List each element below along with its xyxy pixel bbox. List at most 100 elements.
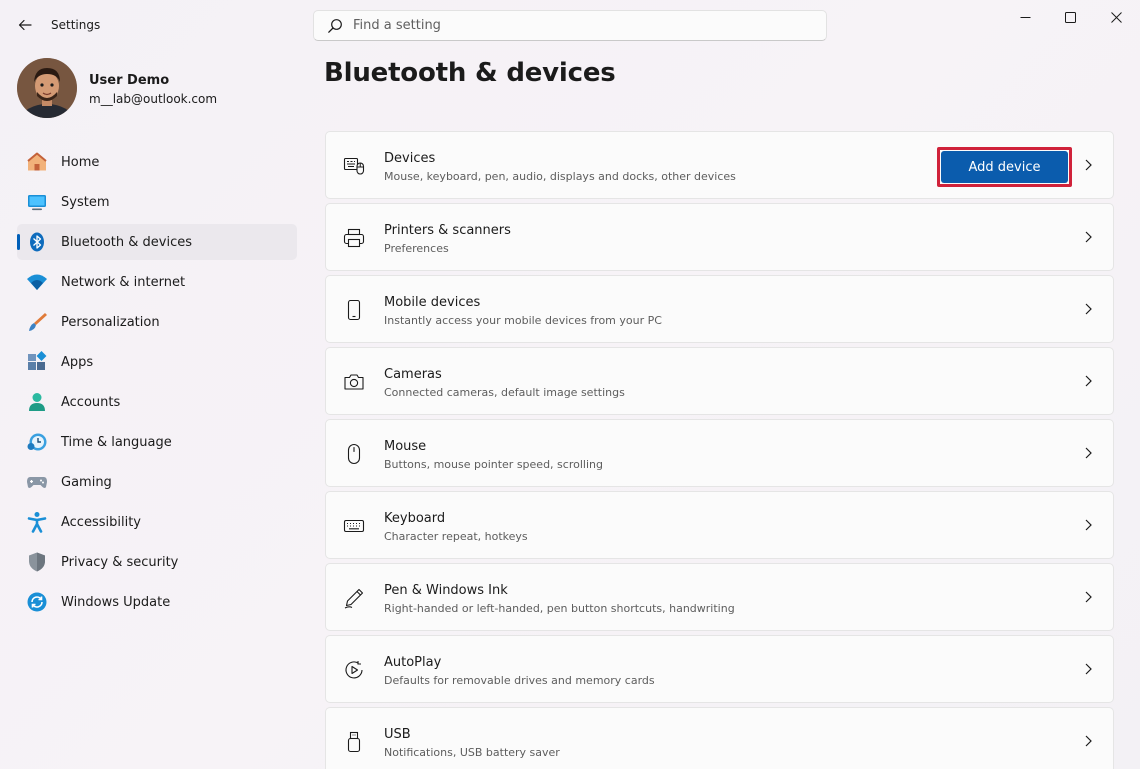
sidebar-item-label: System xyxy=(61,194,110,210)
card-title: Mouse xyxy=(384,439,427,454)
sidebar-item-time-language[interactable]: Time & language xyxy=(17,424,297,460)
sidebar-item-network-internet[interactable]: Network & internet xyxy=(17,264,297,300)
sidebar-item-personalization[interactable]: Personalization xyxy=(17,304,297,340)
chevron-right-icon xyxy=(1081,230,1095,244)
sidebar-item-apps[interactable]: Apps xyxy=(17,344,297,380)
camera-icon xyxy=(342,370,366,394)
chevron-right-icon xyxy=(1081,590,1095,604)
sidebar-item-gaming[interactable]: Gaming xyxy=(17,464,297,500)
user-name: User Demo xyxy=(89,73,170,88)
apps-icon xyxy=(26,351,48,373)
card-description: Character repeat, hotkeys xyxy=(384,530,528,543)
printers-scanners-card[interactable]: Printers & scanners Preferences xyxy=(325,203,1114,271)
search-box[interactable] xyxy=(313,10,827,41)
pen-icon xyxy=(342,586,366,610)
card-title: AutoPlay xyxy=(384,655,442,670)
brush-icon xyxy=(26,311,48,333)
devices-icon xyxy=(342,154,366,178)
sidebar-item-system[interactable]: System xyxy=(17,184,297,220)
add-device-highlight: Add device xyxy=(937,147,1072,187)
sidebar-item-label: Personalization xyxy=(61,314,160,330)
close-button[interactable] xyxy=(1093,0,1139,34)
card-title: USB xyxy=(384,727,411,742)
sidebar-nav: Home System Bluetooth & devices Network … xyxy=(17,144,297,624)
card-description: Defaults for removable drives and memory… xyxy=(384,674,655,687)
user-email: m__lab@outlook.com xyxy=(89,92,218,106)
sidebar-item-label: Accessibility xyxy=(61,514,141,530)
wifi-icon xyxy=(26,271,48,293)
sidebar-item-bluetooth-devices[interactable]: Bluetooth & devices xyxy=(17,224,297,260)
chevron-right-icon xyxy=(1081,662,1095,676)
sidebar-item-label: Windows Update xyxy=(61,594,171,610)
app-title: Settings xyxy=(51,18,101,32)
accounts-icon xyxy=(26,391,48,413)
home-icon xyxy=(26,151,48,173)
keyboard-icon xyxy=(342,514,366,538)
sidebar-item-accounts[interactable]: Accounts xyxy=(17,384,297,420)
printer-icon xyxy=(342,226,366,250)
page-title: Bluetooth & devices xyxy=(324,58,616,88)
chevron-right-icon xyxy=(1081,446,1095,460)
mouse-card[interactable]: Mouse Buttons, mouse pointer speed, scro… xyxy=(325,419,1114,487)
minimize-icon xyxy=(1020,16,1030,18)
card-title: Pen & Windows Ink xyxy=(384,583,508,598)
sidebar-item-label: Gaming xyxy=(61,474,112,490)
card-description: Notifications, USB battery saver xyxy=(384,746,560,759)
card-description: Right-handed or left-handed, pen button … xyxy=(384,602,735,615)
card-title: Cameras xyxy=(384,367,442,382)
card-description: Connected cameras, default image setting… xyxy=(384,386,625,399)
usb-card[interactable]: USB Notifications, USB battery saver xyxy=(325,707,1114,769)
card-description: Mouse, keyboard, pen, audio, displays an… xyxy=(384,170,736,183)
cameras-card[interactable]: Cameras Connected cameras, default image… xyxy=(325,347,1114,415)
sidebar-item-privacy-security[interactable]: Privacy & security xyxy=(17,544,297,580)
card-description: Buttons, mouse pointer speed, scrolling xyxy=(384,458,603,471)
search-input[interactable] xyxy=(353,18,793,33)
gamepad-icon xyxy=(26,471,48,493)
sidebar-item-label: Bluetooth & devices xyxy=(61,234,192,250)
mobile-devices-card[interactable]: Mobile devices Instantly access your mob… xyxy=(325,275,1114,343)
keyboard-card[interactable]: Keyboard Character repeat, hotkeys xyxy=(325,491,1114,559)
sidebar-item-home[interactable]: Home xyxy=(17,144,297,180)
autoplay-card[interactable]: AutoPlay Defaults for removable drives a… xyxy=(325,635,1114,703)
clock-globe-icon xyxy=(26,431,48,453)
chevron-right-icon xyxy=(1081,302,1095,316)
card-description: Instantly access your mobile devices fro… xyxy=(384,314,662,327)
card-description: Preferences xyxy=(384,242,449,255)
phone-icon xyxy=(342,298,366,322)
close-icon xyxy=(1110,11,1122,23)
sidebar-item-label: Accounts xyxy=(61,394,121,410)
usb-icon xyxy=(342,730,366,754)
sidebar-item-label: Time & language xyxy=(61,434,172,450)
chevron-right-icon xyxy=(1081,734,1095,748)
search-icon xyxy=(327,18,343,34)
sidebar-item-label: Privacy & security xyxy=(61,554,179,570)
card-title: Printers & scanners xyxy=(384,223,511,238)
back-arrow-icon xyxy=(18,19,32,31)
card-title: Devices xyxy=(384,151,436,166)
sidebar-item-label: Network & internet xyxy=(61,274,186,290)
pen-windows-ink-card[interactable]: Pen & Windows Ink Right-handed or left-h… xyxy=(325,563,1114,631)
sidebar-item-windows-update[interactable]: Windows Update xyxy=(17,584,297,620)
sidebar-item-label: Apps xyxy=(61,354,94,370)
card-title: Mobile devices xyxy=(384,295,481,310)
chevron-right-icon xyxy=(1081,518,1095,532)
avatar[interactable] xyxy=(17,58,77,118)
back-button[interactable] xyxy=(12,12,38,38)
update-icon xyxy=(26,591,48,613)
card-title: Keyboard xyxy=(384,511,446,526)
chevron-right-icon xyxy=(1081,374,1095,388)
shield-icon xyxy=(26,551,48,573)
devices-card[interactable]: Devices Mouse, keyboard, pen, audio, dis… xyxy=(325,131,1114,199)
mouse-icon xyxy=(342,442,366,466)
minimize-button[interactable] xyxy=(1002,0,1048,34)
sidebar-item-label: Home xyxy=(61,154,100,170)
sidebar-item-accessibility[interactable]: Accessibility xyxy=(17,504,297,540)
system-icon xyxy=(26,191,48,213)
title-bar: Settings xyxy=(0,0,1140,50)
autoplay-icon xyxy=(342,658,366,682)
add-device-button[interactable]: Add device xyxy=(941,151,1068,183)
bluetooth-icon xyxy=(26,231,48,253)
accessibility-icon xyxy=(26,511,48,533)
maximize-button[interactable] xyxy=(1047,0,1093,34)
maximize-icon xyxy=(1064,11,1076,23)
